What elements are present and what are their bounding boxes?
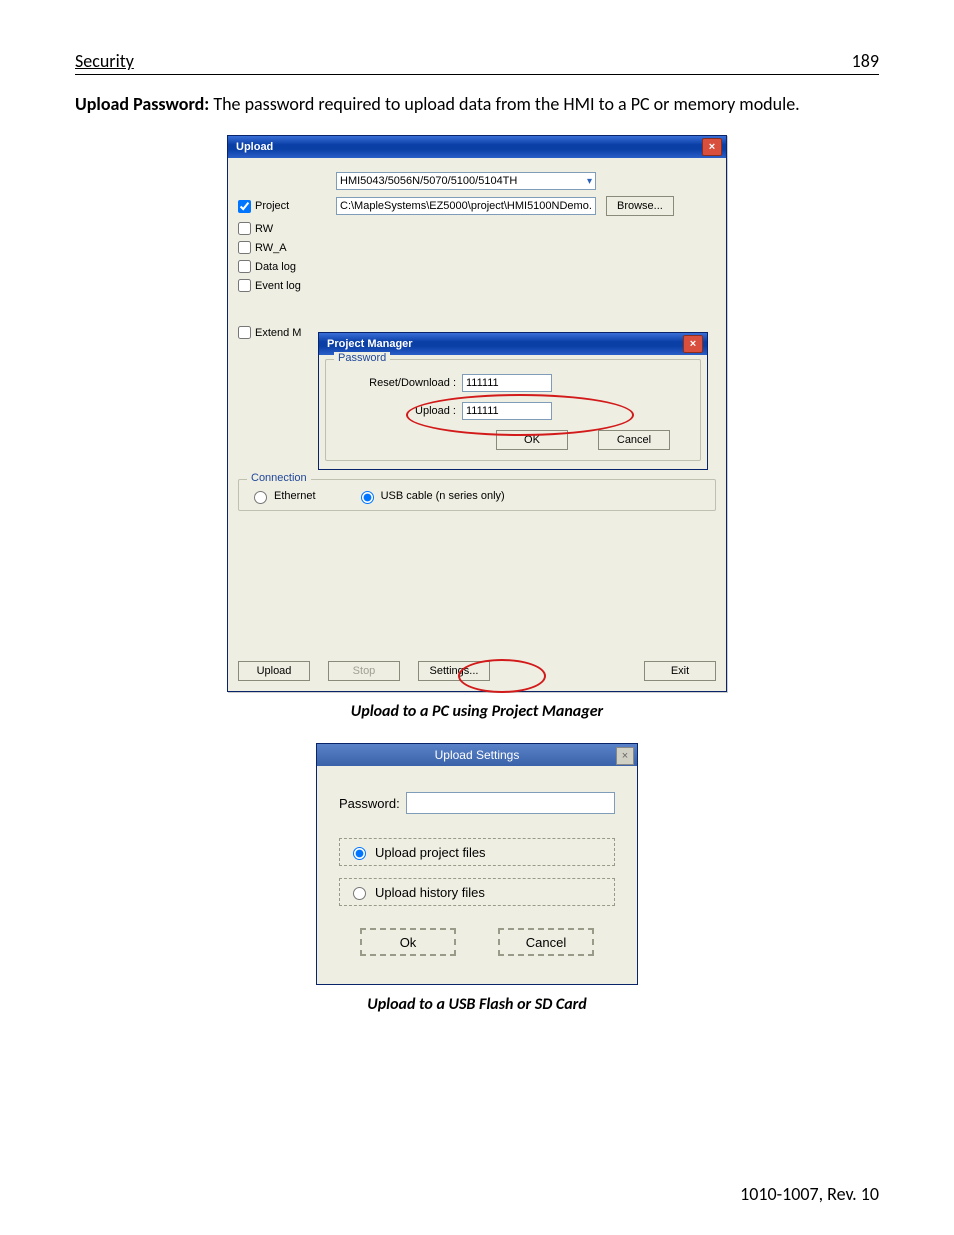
chevron-down-icon[interactable]: ▾ — [587, 176, 592, 187]
intro-paragraph: Upload Password: The password required t… — [75, 93, 879, 115]
password-label: Password: — [339, 796, 400, 811]
rw-checkbox[interactable]: RW — [238, 222, 336, 235]
usb-radio-label: USB cable (n series only) — [381, 490, 505, 502]
project-checkbox-label: Project — [255, 200, 289, 212]
ok-button[interactable]: Ok — [360, 928, 456, 956]
connection-group: Connection Ethernet USB cable (n series … — [238, 479, 716, 511]
upload-dialog-titlebar[interactable]: Upload × — [228, 136, 726, 158]
figure-caption-1: Upload to a PC using Project Manager — [75, 702, 879, 721]
rwa-checkbox-input[interactable] — [238, 241, 251, 254]
datalog-checkbox[interactable]: Data log — [238, 260, 336, 273]
exit-button[interactable]: Exit — [644, 661, 716, 681]
password-input[interactable] — [406, 792, 615, 814]
upload-dialog-title: Upload — [236, 141, 273, 153]
section-heading: Security — [75, 50, 134, 72]
project-checkbox-input[interactable] — [238, 200, 251, 213]
eventlog-checkbox-input[interactable] — [238, 279, 251, 292]
upload-password-label: Upload : — [336, 405, 456, 417]
figure-caption-2: Upload to a USB Flash or SD Card — [75, 995, 879, 1014]
rw-checkbox-input[interactable] — [238, 222, 251, 235]
upload-dialog: Upload × HMI5043/5056N/5070/5100/5104TH … — [227, 135, 727, 692]
upload-password-input[interactable] — [462, 402, 552, 420]
reset-download-input[interactable] — [462, 374, 552, 392]
intro-text: The password required to upload data fro… — [213, 93, 799, 115]
upload-project-label: Upload project files — [375, 845, 486, 860]
project-manager-title: Project Manager — [327, 338, 413, 350]
page-number: 189 — [852, 50, 879, 72]
upload-project-radio[interactable] — [353, 847, 366, 860]
footer-revision: 1010-1007, Rev. 10 — [740, 1183, 879, 1205]
extend-checkbox-label: Extend M — [255, 327, 301, 339]
cancel-button[interactable]: Cancel — [598, 430, 670, 450]
upload-settings-titlebar[interactable]: Upload Settings × — [317, 744, 637, 766]
ethernet-radio-input[interactable] — [254, 491, 267, 504]
datalog-checkbox-label: Data log — [255, 261, 296, 273]
intro-bold: Upload Password: — [75, 93, 213, 115]
upload-settings-title: Upload Settings — [435, 748, 520, 762]
extend-checkbox-input[interactable] — [238, 326, 251, 339]
rwa-checkbox-label: RW_A — [255, 242, 287, 254]
usb-radio[interactable]: USB cable (n series only) — [356, 488, 505, 504]
rwa-checkbox[interactable]: RW_A — [238, 241, 336, 254]
eventlog-checkbox[interactable]: Event log — [238, 279, 336, 292]
ethernet-radio[interactable]: Ethernet — [249, 488, 316, 504]
upload-project-option[interactable]: Upload project files — [339, 838, 615, 866]
upload-history-option[interactable]: Upload history files — [339, 878, 615, 906]
ok-button[interactable]: OK — [496, 430, 568, 450]
upload-button[interactable]: Upload — [238, 661, 310, 681]
ethernet-radio-label: Ethernet — [274, 490, 316, 502]
datalog-checkbox-input[interactable] — [238, 260, 251, 273]
close-icon[interactable]: × — [683, 335, 703, 353]
close-icon[interactable]: × — [702, 138, 722, 156]
reset-download-label: Reset/Download : — [336, 377, 456, 389]
browse-button[interactable]: Browse... — [606, 196, 674, 216]
project-manager-dialog: Project Manager × Password Reset/Downloa… — [318, 332, 708, 470]
rw-checkbox-label: RW — [255, 223, 273, 235]
password-group: Password Reset/Download : Upload : OK Ca… — [325, 359, 701, 461]
password-group-label: Password — [334, 352, 390, 364]
connection-group-label: Connection — [247, 472, 311, 484]
cancel-button[interactable]: Cancel — [498, 928, 594, 956]
usb-radio-input[interactable] — [361, 491, 374, 504]
hmi-model-value: HMI5043/5056N/5070/5100/5104TH — [340, 175, 517, 187]
project-path-input[interactable] — [336, 197, 596, 215]
upload-settings-dialog: Upload Settings × Password: Upload proje… — [316, 743, 638, 985]
upload-history-radio[interactable] — [353, 887, 366, 900]
project-checkbox[interactable]: Project — [238, 200, 336, 213]
eventlog-checkbox-label: Event log — [255, 280, 301, 292]
upload-history-label: Upload history files — [375, 885, 485, 900]
stop-button[interactable]: Stop — [328, 661, 400, 681]
close-icon[interactable]: × — [616, 747, 634, 765]
hmi-model-combo[interactable]: HMI5043/5056N/5070/5100/5104TH ▾ — [336, 172, 596, 190]
settings-button[interactable]: Settings... — [418, 661, 490, 681]
